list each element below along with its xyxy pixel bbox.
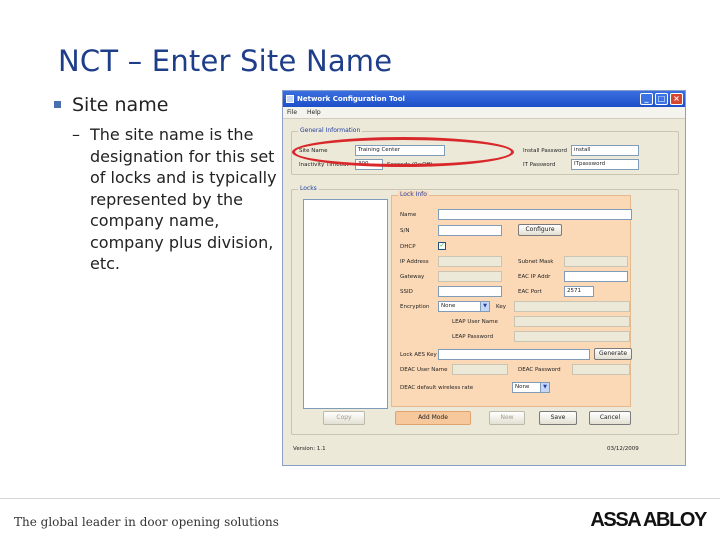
deac-wireless-label: DEAC default wireless rate — [400, 385, 474, 391]
configure-button[interactable]: Configure — [518, 224, 562, 236]
seconds-label: Seconds (0=Off) — [387, 162, 433, 168]
cancel-button[interactable]: Cancel — [589, 411, 631, 425]
close-icon[interactable]: × — [670, 93, 683, 105]
generate-button[interactable]: Generate — [594, 348, 632, 360]
save-button[interactable]: Save — [539, 411, 577, 425]
sn-label: S/N — [400, 228, 410, 234]
add-mode-button[interactable]: Add Mode — [395, 411, 471, 425]
deac-password-label: DEAC Password — [518, 367, 561, 373]
dash-marker: – — [72, 125, 80, 144]
window-title: Network Configuration Tool — [297, 95, 405, 103]
bullet-list: Site name – The site name is the designa… — [48, 92, 280, 275]
inactivity-timeout-input[interactable]: 300 — [355, 159, 383, 170]
dhcp-checkbox[interactable]: ✓ — [438, 242, 446, 250]
encryption-value: None — [441, 303, 456, 309]
sn-input[interactable] — [438, 225, 502, 236]
site-name-input[interactable]: Training Center — [355, 145, 445, 156]
gateway-input[interactable] — [438, 271, 502, 282]
encryption-select[interactable]: None ▼ — [438, 301, 490, 312]
leap-user-label: LEAP User Name — [452, 319, 498, 325]
site-name-label: Site Name — [299, 148, 328, 154]
locks-label: Locks — [298, 185, 319, 192]
ip-address-input[interactable] — [438, 256, 502, 267]
locks-list[interactable] — [303, 199, 388, 409]
inactivity-timeout-label: Inactivity Timeout — [299, 162, 349, 168]
date-text: 03/12/2009 — [607, 446, 639, 452]
aes-key-input[interactable] — [438, 349, 590, 360]
lock-info-label: Lock Info — [398, 191, 429, 198]
deac-password-input[interactable] — [572, 364, 630, 375]
deac-wireless-value: None — [515, 384, 530, 390]
encryption-label: Encryption — [400, 304, 430, 310]
maximize-icon[interactable]: □ — [655, 93, 668, 105]
install-password-label: Install Password — [523, 148, 567, 154]
footer-tagline: The global leader in door opening soluti… — [14, 515, 279, 529]
sub-bullet-text: The site name is the designation for thi… — [90, 125, 277, 273]
install-password-input[interactable]: install — [571, 145, 639, 156]
key-input[interactable] — [514, 301, 630, 312]
deac-user-label: DEAC User Name — [400, 367, 448, 373]
it-password-label: IT Password — [523, 162, 556, 168]
lock-info-panel: Lock Info Name S/N Configure DHCP ✓ IP A… — [391, 191, 632, 407]
network-configuration-window: . Network Configuration Tool _ □ × File … — [282, 90, 686, 466]
subnet-mask-input[interactable] — [564, 256, 628, 267]
lock-name-label: Name — [400, 212, 417, 218]
chevron-down-icon[interactable]: ▼ — [480, 302, 489, 311]
gateway-label: Gateway — [400, 274, 425, 280]
eac-ip-label: EAC IP Addr — [518, 274, 551, 280]
eac-port-label: EAC Port — [518, 289, 542, 295]
key-label: Key — [496, 304, 506, 310]
lock-name-input[interactable] — [438, 209, 632, 220]
footer-divider — [0, 498, 720, 499]
ssid-label: SSID — [400, 289, 413, 295]
new-button[interactable]: New — [489, 411, 525, 425]
ssid-input[interactable] — [438, 286, 502, 297]
deac-user-input[interactable] — [452, 364, 508, 375]
minimize-icon[interactable]: _ — [640, 93, 653, 105]
leap-password-input[interactable] — [514, 331, 630, 342]
version-text: Version: 1.1 — [293, 446, 326, 452]
menu-file[interactable]: File — [287, 109, 297, 116]
deac-wireless-select[interactable]: None ▼ — [512, 382, 550, 393]
ip-address-label: IP Address — [400, 259, 429, 265]
aes-key-label: Lock AES Key — [400, 352, 437, 358]
menu-help[interactable]: Help — [307, 109, 321, 116]
dhcp-label: DHCP — [400, 244, 416, 250]
eac-port-input[interactable]: 2571 — [564, 286, 594, 297]
assa-abloy-logo: ASSA ABLOY — [590, 509, 707, 531]
menubar: File Help — [283, 107, 685, 119]
leap-user-input[interactable] — [514, 316, 630, 327]
bullet-site-name: Site name — [48, 92, 280, 118]
copy-button[interactable]: Copy — [323, 411, 365, 425]
it-password-input[interactable]: ITpassword — [571, 159, 639, 170]
chevron-down-icon[interactable]: ▼ — [540, 383, 549, 392]
window-titlebar[interactable]: . Network Configuration Tool _ □ × — [283, 91, 685, 107]
sub-bullet: – The site name is the designation for t… — [72, 124, 280, 275]
leap-password-label: LEAP Password — [452, 334, 494, 340]
subnet-mask-label: Subnet Mask — [518, 259, 554, 265]
eac-ip-input[interactable] — [564, 271, 628, 282]
app-icon: . — [286, 95, 294, 103]
general-information-label: General Information — [298, 127, 363, 134]
slide-title: NCT – Enter Site Name — [58, 44, 393, 78]
